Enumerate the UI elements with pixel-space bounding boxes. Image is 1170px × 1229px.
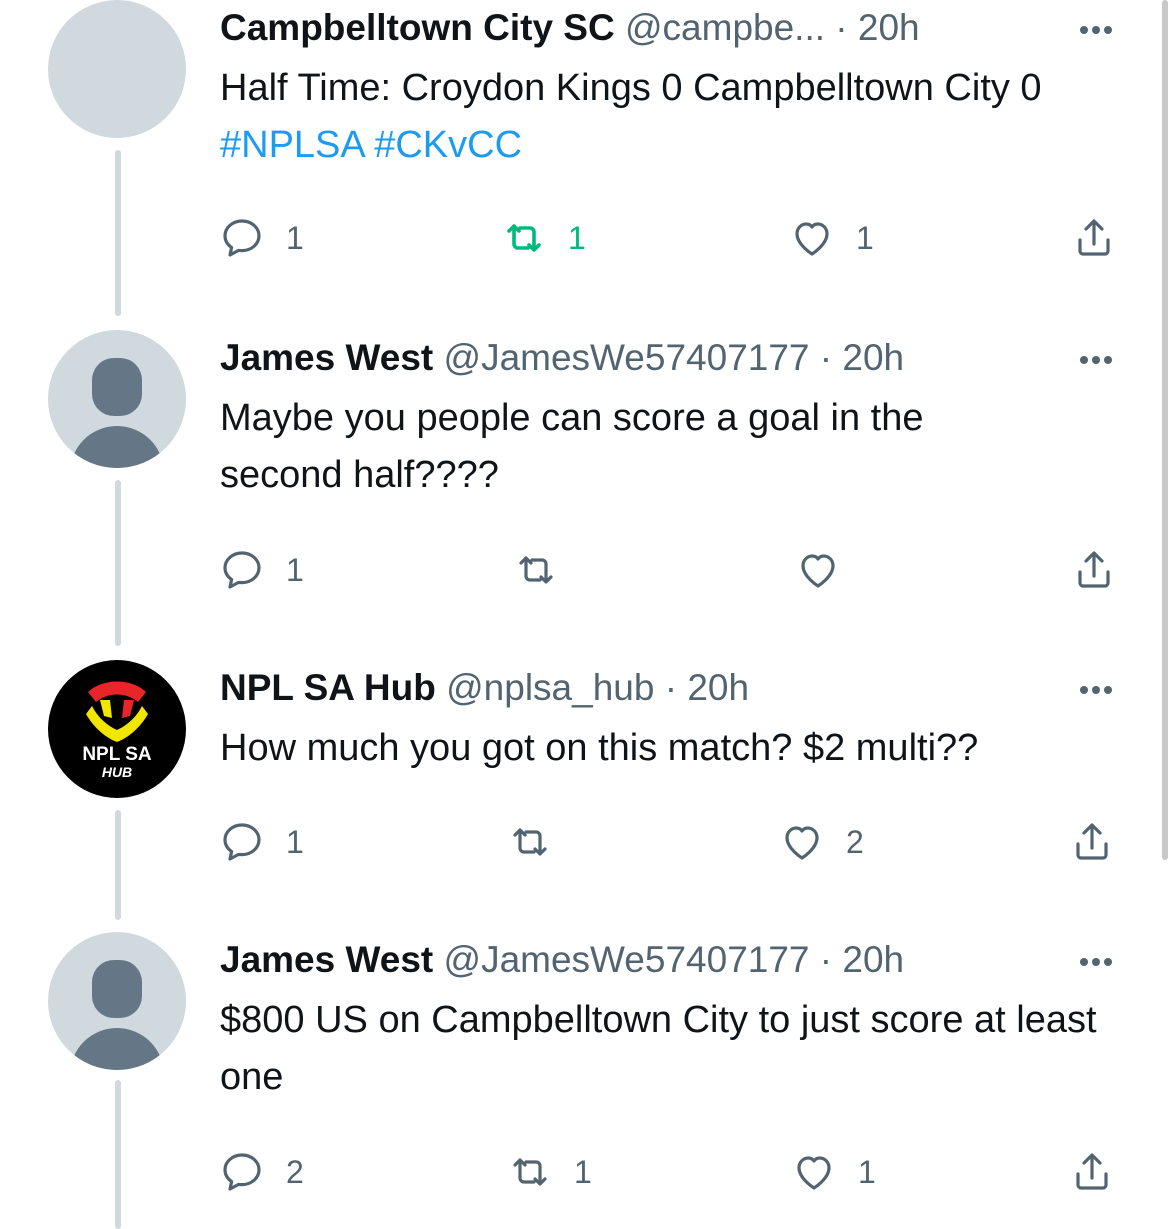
reply-count: 1 [286, 823, 304, 860]
like-button[interactable]: 1 [790, 1142, 876, 1202]
avatar[interactable]: NPL SA HUB [48, 660, 186, 798]
heart-icon [795, 222, 829, 256]
user-handle[interactable]: @JamesWe57407177 [444, 939, 810, 980]
reply-icon [223, 551, 261, 589]
timestamp[interactable]: 20h [842, 337, 904, 378]
share-button[interactable] [1068, 812, 1116, 872]
share-button[interactable] [1068, 1142, 1116, 1202]
separator-dot: · [819, 337, 833, 378]
hashtag-link[interactable]: #NPLSA [220, 124, 364, 166]
tweet-header: James West @JamesWe57407177 · 20h [220, 330, 1160, 386]
logo-text: HUB [101, 764, 133, 780]
scrollbar[interactable] [1162, 0, 1168, 860]
user-handle[interactable]: @JamesWe57407177 [444, 337, 810, 378]
share-icon [1076, 1153, 1108, 1190]
reply-count: 2 [286, 1153, 304, 1190]
user-handle[interactable]: @nplsa_hub [446, 667, 654, 708]
reply-button[interactable]: 2 [218, 1142, 304, 1202]
logo-text: NPL SA [82, 744, 152, 765]
timestamp[interactable]: 20h [842, 939, 904, 980]
retweet-icon [519, 556, 553, 584]
tweet-actions: 1 [0, 540, 1160, 600]
like-button[interactable] [794, 540, 862, 600]
tweet[interactable]: James West @JamesWe57407177 · 20h Maybe … [0, 330, 1160, 650]
tweet[interactable]: James West @JamesWe57407177 · 20h $800 U… [0, 932, 1160, 1229]
reply-count: 1 [286, 219, 304, 256]
reply-button[interactable]: 1 [218, 540, 304, 600]
display-name[interactable]: Campbelltown City SC [220, 7, 615, 48]
tweet[interactable]: Campbelltown City SC @campbe... · 20h Ha… [0, 0, 1160, 320]
retweet-button[interactable] [506, 812, 574, 872]
more-options-icon[interactable] [1078, 330, 1134, 386]
like-count: 1 [856, 219, 874, 256]
user-handle[interactable]: @campbe... [625, 7, 825, 48]
reply-icon [223, 219, 261, 257]
display-name[interactable]: James West [220, 337, 433, 378]
timestamp[interactable]: 20h [687, 667, 749, 708]
reply-thread: Campbelltown City SC @campbe... · 20h Ha… [0, 0, 1170, 1229]
like-button[interactable]: 1 [788, 208, 874, 268]
reply-icon [223, 823, 261, 861]
hashtag-link[interactable]: #CKvCC [374, 124, 522, 166]
like-count: 2 [846, 823, 864, 860]
separator-dot: · [835, 7, 848, 48]
share-icon [1078, 551, 1110, 588]
retweet-count: 1 [568, 219, 586, 256]
tweet-actions: 1 2 [0, 812, 1160, 872]
heart-icon [801, 554, 835, 588]
tweet-actions: 1 1 1 [0, 208, 1160, 268]
default-profile-icon [92, 960, 142, 1018]
reply-button[interactable]: 1 [218, 208, 304, 268]
tweet-header: James West @JamesWe57407177 · 20h [220, 932, 1160, 988]
tweet-header: NPL SA Hub @nplsa_hub · 20h [220, 660, 1160, 716]
tweet-text: Half Time: Croydon Kings 0 Campbelltown … [220, 60, 1160, 174]
display-name[interactable]: James West [220, 939, 433, 980]
tweet[interactable]: NPL SA HUB NPL SA Hub @nplsa_hub · 20h H… [0, 660, 1160, 920]
default-profile-icon [92, 358, 142, 416]
share-icon [1078, 219, 1110, 256]
display-name[interactable]: NPL SA Hub [220, 667, 436, 708]
share-button[interactable] [1070, 540, 1118, 600]
more-options-icon[interactable] [1078, 932, 1134, 988]
retweet-icon [507, 224, 541, 252]
avatar[interactable] [48, 330, 186, 468]
avatar[interactable] [48, 0, 186, 138]
retweet-button[interactable] [512, 540, 580, 600]
reply-count: 1 [286, 551, 304, 588]
separator-dot: · [664, 667, 678, 708]
retweet-icon [513, 828, 547, 856]
timestamp[interactable]: 20h [858, 7, 920, 48]
avatar[interactable] [48, 932, 186, 1070]
like-count: 1 [858, 1153, 876, 1190]
heart-icon [785, 826, 819, 860]
retweet-button[interactable]: 1 [506, 1142, 592, 1202]
retweet-count: 1 [574, 1153, 592, 1190]
like-button[interactable]: 2 [778, 812, 864, 872]
tweet-header: Campbelltown City SC @campbe... · 20h [220, 0, 1160, 56]
tweet-text: $800 US on Campbelltown City to just sco… [220, 999, 1097, 1098]
share-icon [1076, 823, 1108, 860]
reply-button[interactable]: 1 [218, 812, 304, 872]
separator-dot: · [819, 939, 833, 980]
retweet-icon [513, 1158, 547, 1186]
reply-icon [223, 1153, 261, 1191]
retweet-button[interactable]: 1 [500, 208, 586, 268]
heart-icon [797, 1156, 831, 1190]
share-button[interactable] [1070, 208, 1118, 268]
more-options-icon[interactable] [1078, 0, 1134, 56]
tweet-text-body: Half Time: Croydon Kings 0 Campbelltown … [220, 67, 1042, 109]
tweet-text: Maybe you people can score a goal in the… [220, 397, 924, 496]
more-options-icon[interactable] [1078, 660, 1134, 716]
tweet-actions: 2 1 1 [0, 1142, 1160, 1202]
tweet-text: How much you got on this match? $2 multi… [220, 727, 979, 769]
